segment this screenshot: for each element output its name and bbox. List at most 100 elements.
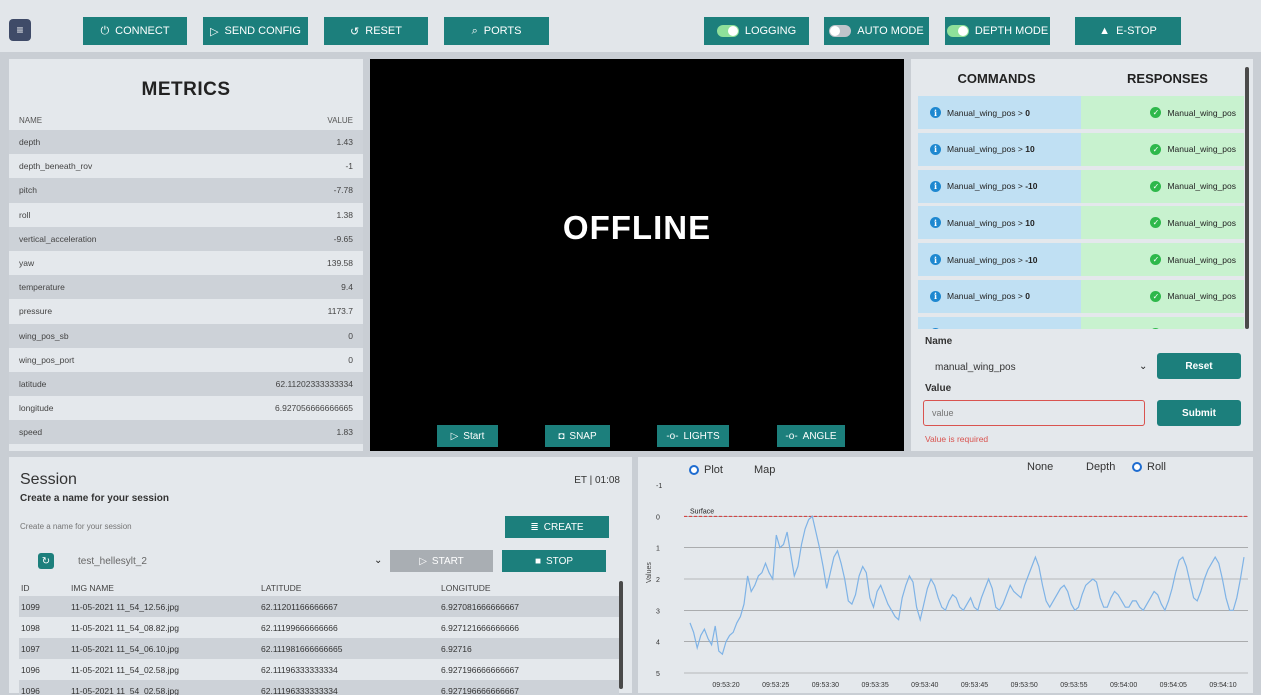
roll-series-line: [689, 515, 1245, 656]
metric-row: longitude 6.927056666666665: [9, 396, 363, 420]
table-row[interactable]: 1096 11-05-2021 11_54_02.58.jpg 62.1119633…: [19, 659, 619, 680]
start-recording-button[interactable]: ▷ Start: [437, 425, 498, 447]
metric-name: yaw: [19, 258, 35, 269]
metrics-title: METRICS: [141, 79, 231, 100]
refresh-button[interactable]: ↻: [38, 553, 54, 569]
angle-icon: -o-: [785, 430, 798, 442]
metric-name: vertical_acceleration: [19, 233, 97, 244]
metric-row: temperature 9.4: [9, 275, 363, 300]
metric-name: longitude: [19, 403, 54, 414]
metric-row: roll 1.38: [9, 203, 363, 227]
response-name: Manual_wing_pos: [1167, 107, 1236, 118]
metric-value: 62.11202333333334: [275, 378, 353, 389]
command-name: Manual_wing_pos: [947, 217, 1016, 228]
create-session-button[interactable]: ≣ CREATE: [505, 516, 609, 538]
lights-button[interactable]: -o- LIGHTS: [657, 425, 729, 447]
command-value: 10: [1025, 144, 1035, 155]
name-label: Name: [925, 336, 953, 347]
value-label: Value: [925, 383, 952, 394]
command-name: Manual_wing_pos: [947, 291, 1016, 302]
ports-button[interactable]: ⌕ PORTS: [444, 17, 549, 45]
command-log[interactable]: i Manual_wing_pos > 0 ✓ Manual_wing_pos i Man…: [918, 96, 1244, 329]
check-icon: ✓: [1150, 143, 1162, 155]
metric-name: depth_beneath_rov: [19, 161, 93, 172]
menu-icon: ≡: [16, 23, 24, 37]
info-icon: i: [930, 143, 941, 155]
form-reset-button[interactable]: Reset: [1157, 353, 1241, 379]
metric-row: latitude 62.11202333333334: [9, 371, 363, 397]
stop-session-button[interactable]: ■ STOP: [502, 550, 606, 572]
logging-toggle[interactable]: LOGGING: [704, 17, 809, 45]
commands-header: COMMANDS RESPONSES: [957, 70, 1208, 86]
chart-panel: Plot Map None Depth Roll -1 0 1 2 3 4 5 Values S…: [638, 457, 1253, 693]
reset-button[interactable]: ↺ RESET: [324, 17, 428, 45]
info-icon: i: [930, 327, 941, 329]
check-icon: ✓: [1150, 327, 1162, 329]
session-title: Session: [20, 471, 77, 488]
session-select[interactable]: test_hellesylt_2: [78, 556, 147, 567]
table-row[interactable]: 1097 11-05-2021 11_54_06.10.jpg 62.1119816…: [19, 638, 619, 659]
response-name: Manual_wing_pos: [1167, 254, 1236, 265]
estop-button[interactable]: ▲ E-STOP: [1075, 17, 1181, 45]
info-icon: i: [930, 290, 941, 302]
metric-name: latitude: [19, 378, 47, 389]
metric-name: roll: [19, 209, 31, 220]
metric-value: -9.65: [333, 233, 353, 244]
y-tick-label: 0: [656, 514, 660, 521]
table-row[interactable]: 1098 11-05-2021 11_54_08.82.jpg 62.1119966…: [19, 617, 619, 638]
submit-button[interactable]: Submit: [1157, 400, 1241, 426]
command-value: 10: [1025, 217, 1035, 228]
x-tick-label: 09:54:05: [1160, 682, 1187, 689]
toggle-on-icon: [946, 25, 969, 37]
metric-row: depth 1.43: [9, 130, 363, 155]
y-axis-label: Values: [646, 562, 653, 583]
roll-chart: -1 0 1 2 3 4 5 Values Surface 09:53:20 09:53:25 09:…: [646, 483, 1248, 689]
table-row[interactable]: 1099 11-05-2021 11_54_12.56.jpg 62.1120116…: [19, 596, 619, 617]
validation-error: Value is required: [925, 434, 989, 444]
angle-button[interactable]: -o- ANGLE: [777, 425, 845, 447]
metric-row: wing_pos_port 0: [9, 348, 363, 372]
info-icon: i: [930, 107, 941, 118]
response-name: Manual_wing_pos: [1167, 291, 1236, 302]
send-config-button[interactable]: ▷ SEND CONFIG: [203, 17, 308, 45]
chevron-down-icon[interactable]: ⌄: [1139, 361, 1147, 372]
command-log-scrollbar[interactable]: [1245, 67, 1249, 329]
play-icon: ▷: [419, 555, 427, 567]
response-entry: ✓ Manual_wing_pos: [1081, 169, 1244, 203]
value-input[interactable]: [923, 400, 1145, 426]
auto-mode-toggle[interactable]: AUTO MODE: [824, 17, 929, 45]
y-tick-label: -1: [656, 483, 662, 490]
metric-name: speed: [19, 427, 43, 438]
metric-name: pressure: [19, 306, 53, 317]
metric-row: wing_pos_sb 0: [9, 323, 363, 348]
connect-button[interactable]: ⏻ CONNECT: [83, 17, 187, 45]
images-table-scrollbar[interactable]: [619, 581, 623, 689]
images-table-header: ID IMG NAME LATITUDE LONGITUDE: [21, 583, 491, 593]
x-tick-label: 09:54:10: [1209, 682, 1236, 689]
command-row: iManual_wing_pos > 0✓Manual_wing_pos: [918, 279, 1244, 313]
session-panel: Session Create a name for your session E…: [9, 457, 632, 695]
metric-name: wing_pos_port: [19, 354, 75, 365]
metric-value: 6.927056666666665: [275, 403, 353, 414]
depth-mode-toggle[interactable]: DEPTH MODE: [945, 17, 1050, 45]
session-name-input[interactable]: [20, 517, 500, 535]
chevron-down-icon[interactable]: ⌄: [374, 555, 382, 566]
x-tick-label: 09:53:20: [712, 682, 739, 689]
command-value: -10: [1025, 254, 1038, 265]
menu-button[interactable]: ≡: [9, 19, 31, 41]
command-row: i Manual_wing_pos > 10 ✓ Manual_wing_pos: [918, 132, 1244, 166]
metric-row: pitch -7.78: [9, 178, 363, 203]
command-entry: iManual_wing_pos > 0: [918, 316, 1081, 329]
table-row[interactable]: 1096 11-05-2021 11_54_02.58.jpg 62.1119633…: [19, 680, 619, 695]
snap-button[interactable]: ◘ SNAP: [545, 425, 610, 447]
metric-value: 0: [348, 330, 353, 341]
commands-panel: COMMANDS RESPONSES i Manual_wing_pos > 0 ✓…: [911, 59, 1253, 451]
response-name: Manual_wing_pos: [1167, 328, 1236, 329]
metric-value: 9.4: [341, 282, 353, 293]
command-row: i Manual_wing_pos > 10 ✓ Manual_wing_pos: [918, 206, 1244, 240]
metric-value: 1.83: [336, 427, 353, 438]
metrics-header: NAME VALUE: [19, 116, 353, 125]
name-select[interactable]: manual_wing_pos: [935, 362, 1016, 373]
start-session-button[interactable]: ▷ START: [390, 550, 493, 572]
info-icon: i: [930, 217, 941, 229]
